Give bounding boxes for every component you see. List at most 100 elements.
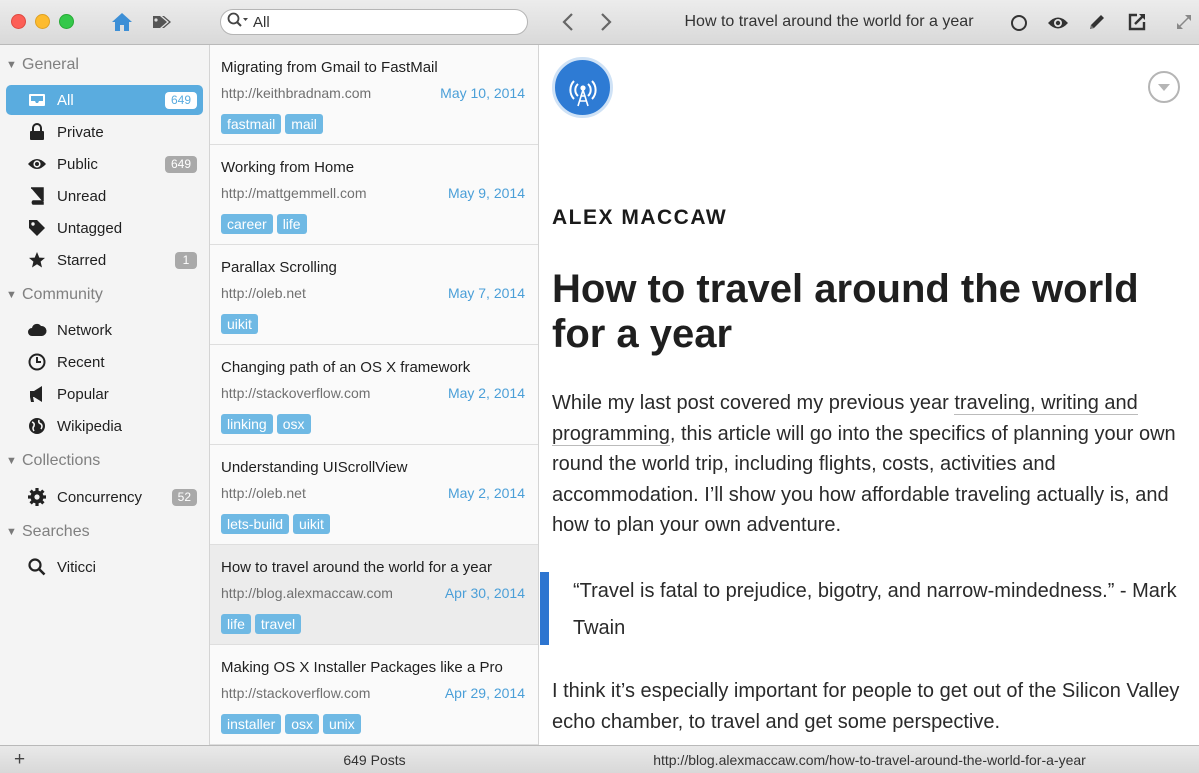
tag-badge[interactable]: travel [254,614,302,634]
inbox-icon [26,90,48,110]
post-title: How to travel around the world for a yea… [221,559,492,576]
back-button[interactable] [557,11,579,33]
tag-badge[interactable]: linking [221,414,273,434]
sidebar-item-recent[interactable]: Recent [6,347,203,377]
count-badge: 52 [171,489,197,506]
window-title: How to travel around the world for a yea… [684,13,974,30]
site-logo [552,57,613,118]
sidebar-group-collections[interactable]: ▼ Collections [6,450,100,472]
sidebar-item-label: Public [57,155,98,173]
star-icon [26,250,48,270]
pencil-icon[interactable] [1086,11,1108,33]
count-badge: 649 [164,156,197,173]
article-author: ALEX MACCAW [552,206,728,229]
sidebar: ▼ General All 649 Private Public 649 Unr… [0,45,210,745]
tag-badge[interactable]: life [221,614,251,634]
tag-badge[interactable]: lets-build [221,514,290,534]
tag-badge[interactable]: fastmail [221,114,282,134]
window-minimize-button[interactable] [35,14,50,29]
sidebar-item-private[interactable]: Private [6,117,203,147]
sidebar-item-popular[interactable]: Popular [6,379,203,409]
globe-icon [26,416,48,436]
sidebar-group-label: Collections [22,452,101,469]
post-list-item[interactable]: Changing path of an OS X framework http:… [210,345,538,445]
eye-icon [26,154,48,174]
sidebar-item-label: Concurrency [57,488,143,506]
post-count: 649 Posts [343,752,406,768]
sidebar-item-unread[interactable]: Unread [6,181,203,211]
sidebar-item-all[interactable]: All 649 [6,85,203,115]
open-external-icon[interactable] [1126,11,1148,33]
forward-button[interactable] [595,11,617,33]
post-title: Making OS X Installer Packages like a Pr… [221,659,503,676]
gear-icon [26,487,48,507]
tag-badge[interactable]: installer [221,714,282,734]
sidebar-item-label: Starred [57,251,107,269]
post-list: Migrating from Gmail to FastMail http://… [210,45,539,745]
sidebar-item-concurrency[interactable]: Concurrency 52 [6,482,203,512]
tag-badge[interactable]: osx [285,714,320,734]
tags-icon[interactable] [150,11,176,33]
post-list-item[interactable]: Making OS X Installer Packages like a Pr… [210,645,538,745]
tag-badge[interactable]: osx [276,414,311,434]
sidebar-item-label: Private [57,123,104,141]
sidebar-group-searches[interactable]: ▼ Searches [6,521,90,543]
chevron-left-icon [562,13,573,31]
broadcast-tower-icon [568,79,597,106]
sidebar-item-public[interactable]: Public 649 [6,149,203,179]
sidebar-item-label: Wikipedia [57,417,123,435]
sidebar-item-wikipedia[interactable]: Wikipedia [6,411,203,441]
post-title: Changing path of an OS X framework [221,359,471,376]
tag-badge[interactable]: uikit [221,314,258,334]
toolbar: How to travel around the world for a yea… [0,0,1199,45]
clock-icon [26,352,48,372]
sidebar-group-label: Searches [22,523,90,540]
sidebar-item-viticci[interactable]: Viticci [6,552,203,582]
sidebar-item-network[interactable]: Network [6,315,203,345]
post-tags: life travel [221,614,302,634]
window-zoom-button[interactable] [59,14,74,29]
tag-icon [26,218,48,238]
tag-badge[interactable]: uikit [293,514,330,534]
disclosure-triangle-icon: ▼ [6,289,17,301]
count-badge: 1 [175,252,197,269]
sidebar-item-starred[interactable]: Starred 1 [6,245,203,275]
post-date: Apr 29, 2014 [444,685,525,701]
post-url: http://oleb.net [221,485,306,501]
post-list-item[interactable]: Understanding UIScrollView http://oleb.n… [210,445,538,545]
search-icon [227,12,249,33]
post-list-item[interactable]: Parallax Scrolling http://oleb.net May 7… [210,245,538,345]
post-list-item[interactable]: Working from Home http://mattgemmell.com… [210,145,538,245]
add-button[interactable]: + [14,749,25,771]
post-date: Apr 30, 2014 [444,585,525,601]
post-list-item[interactable]: Migrating from Gmail to FastMail http://… [210,45,538,145]
eye-icon[interactable] [1046,12,1070,34]
book-icon [26,186,48,206]
mark-unread-icon[interactable] [1008,12,1030,34]
post-tags: lets-build uikit [221,514,330,534]
post-list-item-selected[interactable]: How to travel around the world for a yea… [210,545,538,645]
post-date: May 7, 2014 [447,285,525,301]
chevron-right-icon [601,13,612,31]
sidebar-group-label: Community [22,286,103,303]
sidebar-group-general[interactable]: ▼ General [6,54,79,76]
disclosure-triangle-icon: ▼ [6,455,17,467]
chevron-down-icon[interactable] [1147,70,1181,109]
post-url: http://oleb.net [221,285,306,301]
tag-badge[interactable]: mail [285,114,323,134]
search-icon [26,557,48,577]
status-bar: + 649 Posts http://blog.alexmaccaw.com/h… [0,745,1199,773]
sidebar-item-untagged[interactable]: Untagged [6,213,203,243]
tag-badge[interactable]: life [276,214,307,234]
tag-badge[interactable]: unix [323,714,361,734]
post-url: http://stackoverflow.com [221,685,371,701]
post-url: http://keithbradnam.com [221,85,372,101]
home-icon[interactable] [110,11,134,33]
search-input[interactable] [253,13,503,31]
tag-badge[interactable]: career [221,214,273,234]
window-close-button[interactable] [11,14,26,29]
sidebar-group-community[interactable]: ▼ Community [6,284,103,306]
search-field[interactable] [220,9,528,35]
fullscreen-icon[interactable] [1174,12,1194,32]
post-title: Migrating from Gmail to FastMail [221,59,438,76]
